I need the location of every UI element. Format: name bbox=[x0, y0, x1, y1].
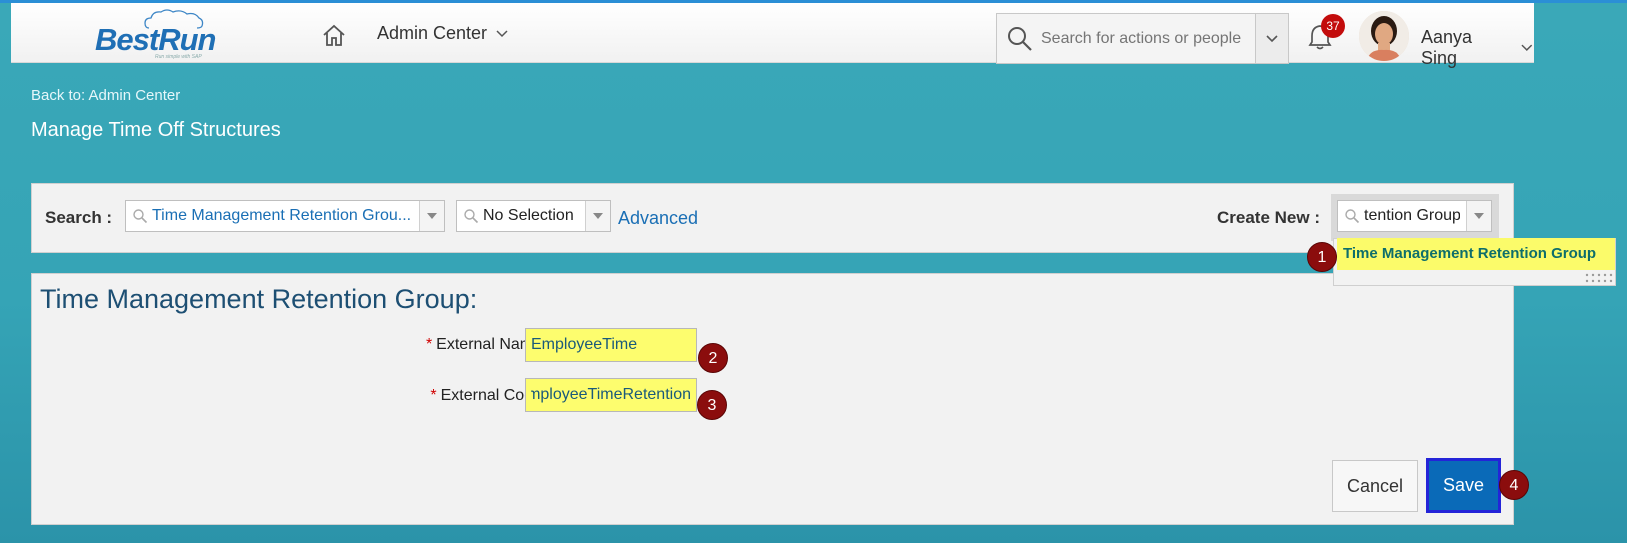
chevron-down-icon bbox=[496, 29, 508, 37]
home-icon[interactable] bbox=[321, 23, 347, 47]
search-dropdown-button[interactable] bbox=[1255, 14, 1288, 63]
shell-header: BestRun Run simple with SAP Admin Center… bbox=[11, 3, 1534, 68]
advanced-search-link[interactable]: Advanced bbox=[618, 208, 698, 229]
required-marker: * bbox=[430, 387, 437, 404]
caret-down-icon bbox=[427, 213, 437, 219]
create-new-value: tention Group bbox=[1364, 207, 1460, 224]
step-marker-2: 2 bbox=[698, 343, 728, 373]
module-label: Admin Center bbox=[377, 23, 488, 43]
search-icon bbox=[464, 209, 479, 224]
search-icon bbox=[1008, 26, 1032, 51]
required-marker: * bbox=[425, 336, 433, 353]
external-code-label: * External Code bbox=[392, 387, 542, 405]
object-search-value: Time Management Retention Grou... bbox=[152, 207, 412, 224]
logo-text: BestRun bbox=[95, 22, 216, 57]
save-button[interactable]: Save bbox=[1426, 458, 1501, 513]
filter-value: No Selection bbox=[483, 207, 574, 224]
chevron-down-icon bbox=[1521, 44, 1533, 51]
external-name-input[interactable] bbox=[525, 328, 697, 362]
search-label: Search : bbox=[45, 208, 113, 227]
form-title: Time Management Retention Group: bbox=[40, 284, 478, 314]
filter-combo[interactable]: No Selection bbox=[456, 200, 611, 232]
create-new-combo[interactable]: tention Group bbox=[1337, 200, 1492, 232]
logo-tagline: Run simple with SAP bbox=[155, 54, 202, 60]
search-icon bbox=[1345, 209, 1360, 224]
global-search-input[interactable] bbox=[1035, 18, 1245, 59]
user-avatar[interactable] bbox=[1359, 11, 1409, 61]
object-search-combo[interactable]: Time Management Retention Grou... bbox=[125, 200, 445, 232]
module-switcher[interactable]: Admin Center bbox=[377, 23, 509, 44]
filter-dropdown-button[interactable] bbox=[585, 201, 610, 231]
create-new-label: Create New : bbox=[1217, 208, 1320, 227]
external-code-input[interactable] bbox=[525, 378, 697, 412]
user-photo-icon bbox=[1359, 11, 1409, 61]
retention-group-form: Time Management Retention Group: * Extern… bbox=[31, 273, 1514, 525]
step-marker-1: 1 bbox=[1307, 242, 1337, 272]
chevron-down-icon bbox=[1266, 34, 1278, 42]
object-search-dropdown-button[interactable] bbox=[419, 201, 444, 231]
create-new-dropdown-button[interactable] bbox=[1466, 201, 1491, 231]
back-link[interactable]: Back to: Admin Center bbox=[31, 87, 180, 104]
external-name-label: * External Name bbox=[392, 336, 542, 354]
step-marker-4: 4 bbox=[1499, 470, 1529, 500]
caret-down-icon bbox=[1474, 213, 1484, 219]
resize-grip-icon[interactable] bbox=[1584, 272, 1614, 284]
user-menu[interactable]: Aanya Sing bbox=[1421, 27, 1534, 69]
search-toolbar: Search : Time Management Retention Grou.… bbox=[31, 183, 1514, 253]
cancel-button[interactable]: Cancel bbox=[1332, 460, 1418, 512]
caret-down-icon bbox=[593, 213, 603, 219]
search-icon bbox=[133, 209, 148, 224]
global-search bbox=[996, 13, 1289, 64]
dropdown-option-retention-group[interactable]: Time Management Retention Group bbox=[1337, 238, 1615, 270]
bestrun-logo[interactable]: BestRun Run simple with SAP bbox=[95, 8, 235, 60]
notification-badge: 37 bbox=[1321, 14, 1345, 38]
user-name: Aanya Sing bbox=[1421, 27, 1473, 68]
step-marker-3: 3 bbox=[697, 390, 727, 420]
page-title: Manage Time Off Structures bbox=[31, 119, 281, 141]
